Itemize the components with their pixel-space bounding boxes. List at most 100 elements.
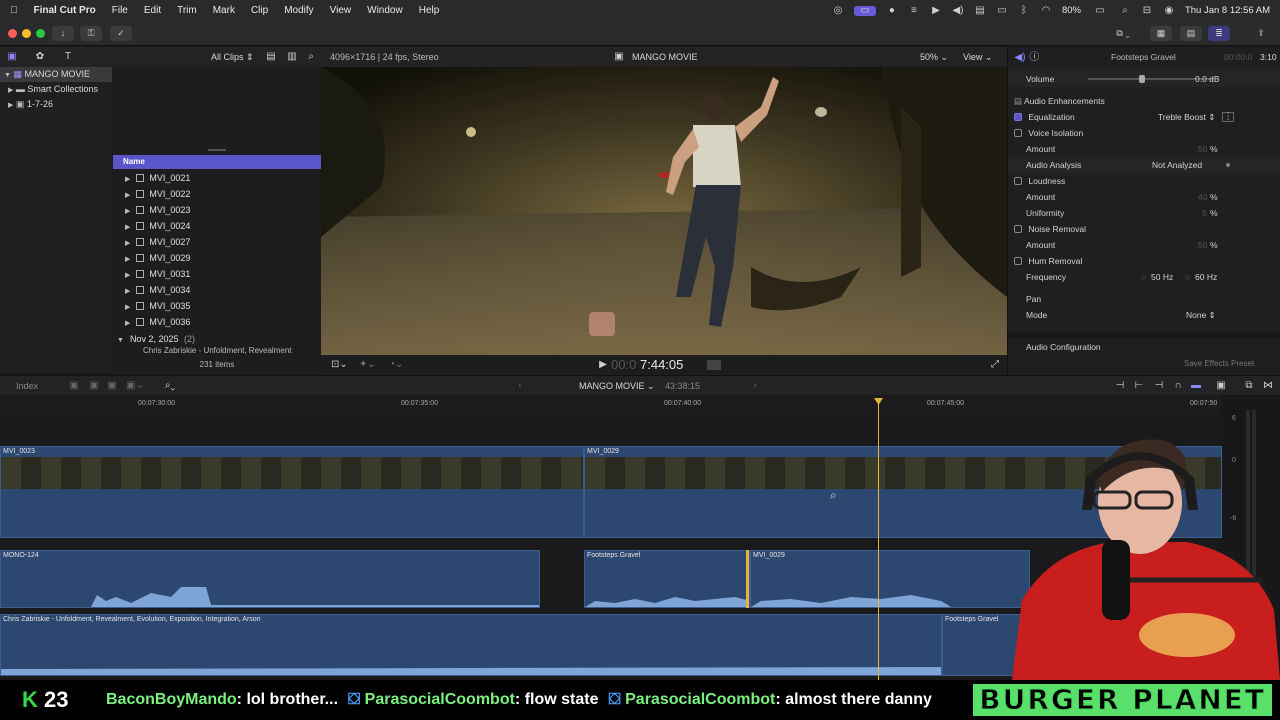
project-name-dropdown[interactable]: MANGO MOVIE ⌄	[579, 381, 655, 392]
event-row[interactable]: ▶ ▣ 1-7-26	[0, 97, 112, 112]
amount-value[interactable]: 50	[1198, 141, 1207, 157]
screen-record-icon[interactable]: ▭	[853, 5, 876, 16]
keywords-icon[interactable]: ⚿	[80, 26, 102, 41]
obs-icon[interactable]: ●	[886, 5, 898, 16]
wifi-icon[interactable]: ◠	[1040, 5, 1052, 16]
speed-icon[interactable]: ◔⌄	[389, 360, 403, 370]
audio-configuration-header[interactable]: Audio Configuration	[1008, 339, 1280, 355]
viewer-video-frame[interactable]	[321, 67, 1007, 355]
solo-icon[interactable]: ▬	[1190, 381, 1202, 391]
date-group-row[interactable]: ▼ Nov 2, 2025 (2)	[113, 331, 321, 347]
list-item[interactable]: ▶ MVI_0022	[113, 186, 321, 202]
viewer-view-dropdown[interactable]: View ⌄	[963, 52, 992, 63]
menu-window[interactable]: Window	[359, 5, 411, 16]
share-icon[interactable]: ⇪	[1250, 26, 1272, 41]
timeline-ruler[interactable]: 00:07:30:00 00:07:35:00 00:07:40:00 00:0…	[0, 395, 1222, 412]
creative-cloud-icon[interactable]: ◎	[832, 5, 844, 16]
bluetooth-icon[interactable]: ᛒ	[1018, 5, 1030, 16]
clip-appearance-icon[interactable]: ▤	[265, 52, 277, 62]
audio-clip[interactable]: MONO-124	[0, 550, 540, 608]
background-tasks-icon[interactable]: ✓	[110, 26, 132, 41]
zoom-tool-icon[interactable]: ⌕⌄	[164, 381, 176, 391]
nr-amount-value[interactable]: 50	[1198, 237, 1207, 253]
noise-removal-checkbox[interactable]	[1014, 225, 1022, 233]
name-column-header[interactable]: Name	[113, 155, 321, 169]
insert-clip-icon[interactable]: ▣	[88, 381, 100, 391]
smart-collections-row[interactable]: ▶ ▬ Smart Collections	[0, 82, 112, 97]
apple-icon[interactable]: 	[0, 5, 26, 16]
audio-skimming-icon[interactable]: ∩	[1172, 381, 1184, 391]
inspector-toggle-icon[interactable]: ≣	[1208, 26, 1230, 41]
transitions-browser-icon[interactable]: ⋈	[1262, 381, 1274, 391]
overwrite-clip-icon[interactable]: ▣⌄	[126, 381, 144, 391]
equalization-dropdown[interactable]: Treble Boost ⇕	[1158, 109, 1215, 125]
menu-app-name[interactable]: Final Cut Pro	[26, 5, 104, 16]
import-icon[interactable]: ↓	[52, 26, 74, 41]
viewer-zoom-dropdown[interactable]: 50% ⌄	[920, 52, 948, 63]
list-item[interactable]: Chris Zabriskie - Unfoldment, Revealment	[113, 347, 321, 355]
snapping-icon[interactable]: ⊣	[1153, 381, 1165, 391]
list-item[interactable]: ▶ MVI_0021	[113, 170, 321, 186]
audio-clip[interactable]: Footsteps Gravel	[584, 550, 750, 608]
skimming-icon[interactable]: ⊢	[1133, 381, 1145, 391]
history-forward-icon[interactable]: ›	[749, 381, 761, 391]
close-window-button[interactable]	[8, 29, 17, 38]
pan-header[interactable]: Pan	[1008, 291, 1280, 307]
menu-datetime[interactable]: Thu Jan 8 12:56 AM	[1185, 5, 1270, 16]
filmstrip-view-icon[interactable]: ▥	[286, 52, 298, 62]
play-icon[interactable]: ▶	[930, 5, 942, 16]
menu-view[interactable]: View	[322, 5, 360, 16]
magic-wand-icon[interactable]: ⁎	[1222, 160, 1234, 170]
index-button[interactable]: Index	[16, 381, 38, 391]
video-clip[interactable]: MVI_0023	[0, 446, 584, 538]
zoom-window-button[interactable]	[36, 29, 45, 38]
browser-toggle-icon[interactable]: ▦	[1150, 26, 1172, 41]
control-center-icon[interactable]: ⊟	[1141, 5, 1153, 16]
display-icon[interactable]: ▭	[996, 5, 1008, 16]
menu-modify[interactable]: Modify	[276, 5, 321, 16]
list-item[interactable]: ▶ MVI_0034	[113, 282, 321, 298]
titles-generators-icon[interactable]: T	[62, 52, 74, 62]
append-clip-icon[interactable]: ▣	[106, 381, 118, 391]
hum-removal-checkbox[interactable]	[1014, 257, 1022, 265]
loudness-amount-value[interactable]: 40	[1198, 189, 1207, 205]
audio-enhancements-header[interactable]: ▤ Audio Enhancements	[1008, 93, 1280, 109]
library-row[interactable]: ▼ ▦ MANGO MOVIE	[0, 67, 112, 82]
spotlight-search-icon[interactable]: ⌕	[1119, 5, 1131, 16]
photos-audio-icon[interactable]: ✿	[34, 52, 46, 62]
enhance-wand-icon[interactable]: ✦⌄	[359, 360, 376, 370]
list-item[interactable]: ▶ MVI_0027	[113, 234, 321, 250]
connect-clip-icon[interactable]: ▣	[68, 381, 80, 391]
menu-mark[interactable]: Mark	[205, 5, 243, 16]
volume-icon[interactable]: ◀)	[952, 5, 964, 16]
list-item[interactable]: ▶ MVI_0023	[113, 202, 321, 218]
crop-transform-icon[interactable]: ⊡⌄	[331, 360, 348, 370]
voice-isolation-checkbox[interactable]	[1014, 129, 1022, 137]
audio-clip[interactable]: MVI_0029	[750, 550, 1030, 608]
clipboard-icon[interactable]: ▤	[974, 5, 986, 16]
info-icon[interactable]: ⓘ	[1028, 53, 1040, 63]
menu-file[interactable]: File	[104, 5, 136, 16]
list-item[interactable]: ▶ MVI_0035	[113, 298, 321, 314]
browser-search-icon[interactable]: ⌕	[305, 52, 317, 62]
freq-50-radio[interactable]: ○	[1141, 269, 1146, 285]
list-item[interactable]: ▶ MVI_0024	[113, 218, 321, 234]
siri-icon[interactable]: ◉	[1163, 5, 1175, 16]
fullscreen-icon[interactable]: ⤢	[989, 360, 1001, 370]
clip-appearance-icon[interactable]: ▣	[1215, 381, 1227, 391]
list-item[interactable]: ▶ MVI_0036	[113, 314, 321, 330]
loudness-checkbox[interactable]	[1014, 177, 1022, 185]
share-menu-icon[interactable]: ⧉ ⌄	[1106, 26, 1140, 41]
freq-60-radio[interactable]: ○	[1185, 269, 1190, 285]
uniformity-value[interactable]: 5	[1202, 205, 1207, 221]
volume-value[interactable]: 0.0 dB	[1195, 71, 1220, 87]
minimize-window-button[interactable]	[22, 29, 31, 38]
volume-knob[interactable]	[1139, 75, 1145, 83]
music-clip[interactable]: Chris Zabriskie - Unfoldment, Revealment…	[0, 614, 942, 676]
list-item[interactable]: ▶ MVI_0029	[113, 250, 321, 266]
effects-browser-icon[interactable]: ⧉	[1243, 381, 1255, 391]
clip-list-divider[interactable]	[208, 149, 226, 151]
menu-list-icon[interactable]: ≡	[908, 5, 920, 16]
clip-skimming-icon[interactable]: ⊣	[1114, 381, 1126, 391]
playhead[interactable]	[878, 398, 879, 680]
